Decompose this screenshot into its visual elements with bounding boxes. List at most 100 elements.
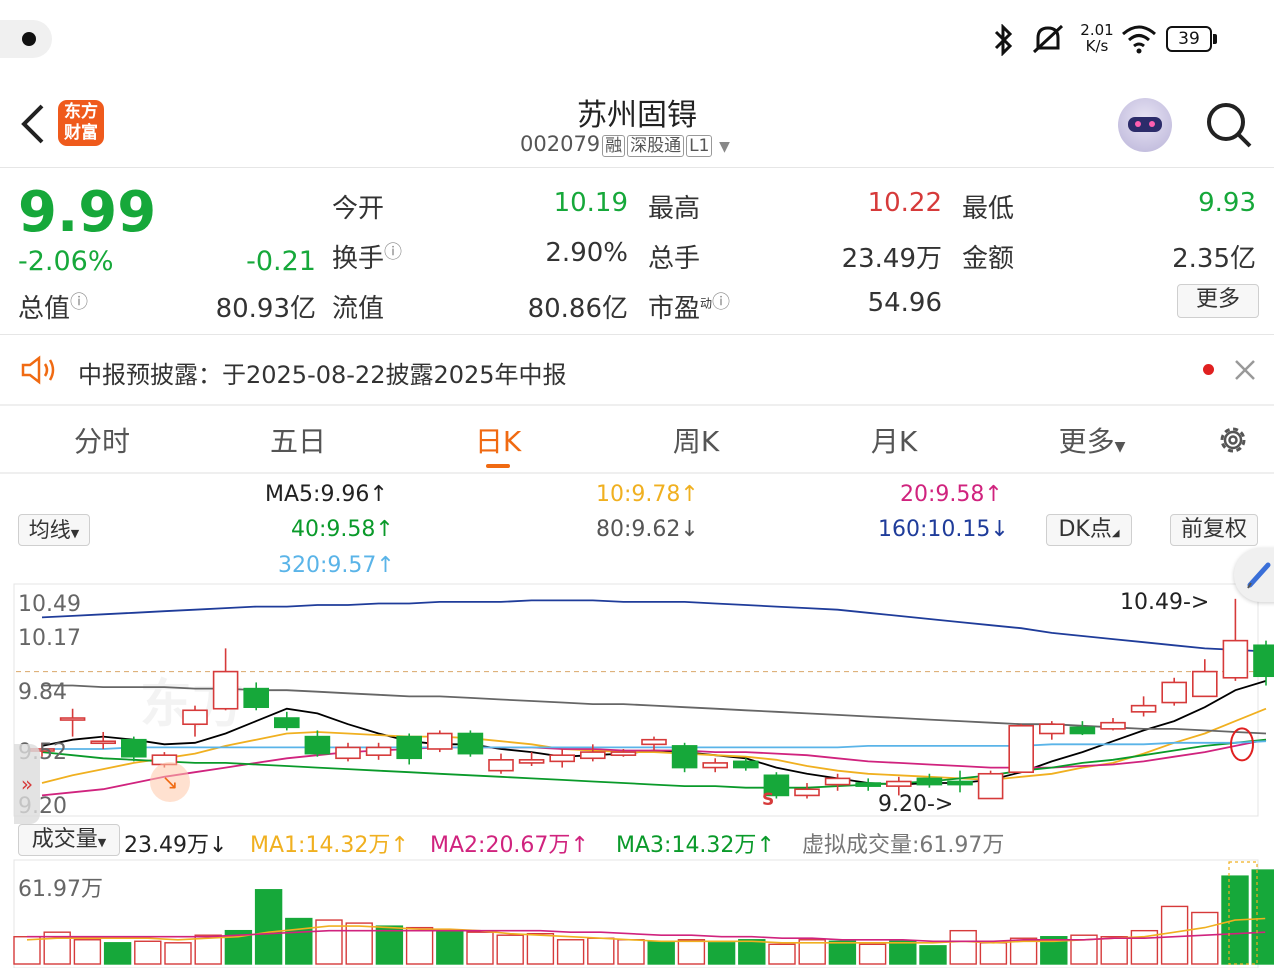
- candle-up: [182, 709, 208, 726]
- net-speed-value: 2.01: [1080, 21, 1114, 39]
- volume-bar: [828, 940, 857, 965]
- high-value: 10.22: [867, 188, 942, 218]
- volume-bar: [436, 929, 464, 965]
- volume-label: 总手: [648, 244, 701, 274]
- info-icon[interactable]: ⓘ: [384, 242, 402, 263]
- tab-monthly-k[interactable]: 月K: [834, 420, 954, 460]
- tag-level: L1: [686, 135, 713, 157]
- close-icon[interactable]: [1234, 359, 1256, 381]
- volume-bar: [164, 942, 192, 965]
- tab-more[interactable]: 更多▼: [1032, 420, 1152, 460]
- volume-bar: [1191, 911, 1219, 965]
- stock-code-row[interactable]: 002079 融深股通 L1 ▼: [520, 132, 760, 157]
- mktcap-value: 80.93亿: [215, 294, 316, 324]
- open-label: 今开: [332, 194, 385, 224]
- ma5-label: MA5:9.96↑: [265, 482, 388, 507]
- tab-intraday[interactable]: 分时: [42, 420, 162, 460]
- volume-bar: [466, 931, 494, 965]
- status-bar: 2.01 K/s 39: [0, 0, 1274, 80]
- ma20-label: 20:9.58↑: [900, 482, 1003, 507]
- dk-point-button[interactable]: DK点◢: [1046, 514, 1132, 546]
- adjust-button[interactable]: 前复权: [1170, 514, 1258, 546]
- notice-text[interactable]: 中报预披露：于2025-08-22披露2025年中报: [78, 355, 567, 390]
- candle-down: [304, 735, 331, 755]
- ma320-label: 320:9.57↑: [278, 553, 395, 578]
- candle-up: [977, 772, 1004, 800]
- ma160-label: 160:10.15↓: [878, 517, 1009, 542]
- candle-down: [855, 782, 882, 787]
- turnover-value: 2.90%: [545, 238, 628, 268]
- camera-dot: [22, 32, 36, 46]
- volume-bar: [375, 925, 404, 965]
- price-tick: 10.49: [18, 592, 81, 617]
- candle-down: [671, 745, 698, 769]
- volume-bar: [103, 942, 132, 965]
- candle-up: [59, 717, 86, 721]
- volume-bar: [526, 932, 555, 965]
- settings-gear-icon[interactable]: [1214, 421, 1252, 459]
- volume-bar: [73, 939, 102, 965]
- caret-down-icon: ▼: [97, 836, 107, 849]
- chevron-down-icon: ▼: [719, 139, 730, 155]
- arrow-up-icon: ↑: [680, 482, 699, 507]
- volume-bar: [1251, 869, 1274, 965]
- ma-type-selector[interactable]: 均线▼: [18, 514, 90, 546]
- volume-bar: [677, 939, 706, 965]
- ma5-text: MA5:9.96: [265, 482, 370, 507]
- battery-tip: [1213, 34, 1217, 44]
- ma40-text: 40:9.58: [291, 517, 376, 542]
- candle-down: [121, 738, 147, 758]
- change-abs: -0.21: [246, 246, 316, 277]
- app-header: 东方 财富 苏州固锝 002079 融深股通 L1 ▼: [0, 80, 1274, 168]
- candle-down: [1069, 726, 1096, 735]
- corner-icon: ◢: [1111, 528, 1120, 539]
- float-value: 80.86亿: [527, 294, 628, 324]
- volume-bar: [254, 889, 283, 965]
- tag-connect: 深股通: [627, 135, 685, 157]
- vol-ma2-text: MA2:20.67万: [430, 833, 571, 858]
- tab-weekly-k[interactable]: 周K: [636, 420, 756, 460]
- low-value: 9.93: [1198, 188, 1256, 218]
- candle-down: [243, 687, 269, 708]
- app-logo[interactable]: 东方 财富: [58, 100, 104, 146]
- active-tab-indicator: [486, 464, 510, 468]
- ma320-text: 320:9.57: [278, 553, 377, 578]
- candle-up: [1039, 723, 1065, 735]
- back-icon[interactable]: [18, 102, 48, 146]
- vol-ma1: MA1:14.32万↑: [250, 827, 409, 859]
- candle-up: [426, 732, 453, 750]
- assistant-avatar[interactable]: [1118, 98, 1172, 152]
- drag-handle-icon[interactable]: »: [14, 744, 40, 824]
- pe-label: 市盈动ⓘ: [648, 288, 730, 325]
- mktcap-label: 总值ⓘ: [18, 288, 88, 325]
- kline-chart[interactable]: 东方: [0, 582, 1274, 818]
- change-pct: -2.06%: [18, 246, 114, 277]
- pen-tool-button[interactable]: [1234, 548, 1274, 602]
- more-button[interactable]: 更多: [1177, 284, 1259, 318]
- ma20-text: 20:9.58: [900, 482, 985, 507]
- open-value: 10.19: [553, 188, 628, 218]
- volume-chart[interactable]: [0, 858, 1274, 968]
- info-icon[interactable]: ⓘ: [70, 292, 88, 313]
- candle-up: [365, 746, 392, 756]
- price-tick: 9.84: [18, 680, 67, 705]
- volume-bar: [858, 943, 887, 965]
- arrow-up-icon: ↑: [984, 482, 1003, 507]
- tab-five-day[interactable]: 五日: [238, 420, 358, 460]
- indicator-selector[interactable]: 成交量▼: [18, 824, 120, 856]
- tab-daily-k[interactable]: 日K: [438, 420, 558, 460]
- candle-down: [396, 735, 423, 760]
- sell-signal-badge: S: [762, 790, 775, 810]
- pen-icon: [1247, 562, 1271, 589]
- info-icon[interactable]: ⓘ: [712, 292, 730, 313]
- collapse-arrow-icon[interactable]: ↘: [150, 762, 190, 802]
- bluetooth-icon: [994, 24, 1013, 56]
- turnover-label: 换手ⓘ: [332, 238, 402, 275]
- candle-up: [488, 759, 514, 772]
- battery-level: 39: [1178, 29, 1200, 49]
- volume-bar: [738, 939, 766, 965]
- volume-bar: [587, 937, 615, 965]
- ma10-label: 10:9.78↑: [596, 482, 699, 507]
- search-icon[interactable]: [1204, 100, 1254, 150]
- tag-margin: 融: [602, 135, 626, 157]
